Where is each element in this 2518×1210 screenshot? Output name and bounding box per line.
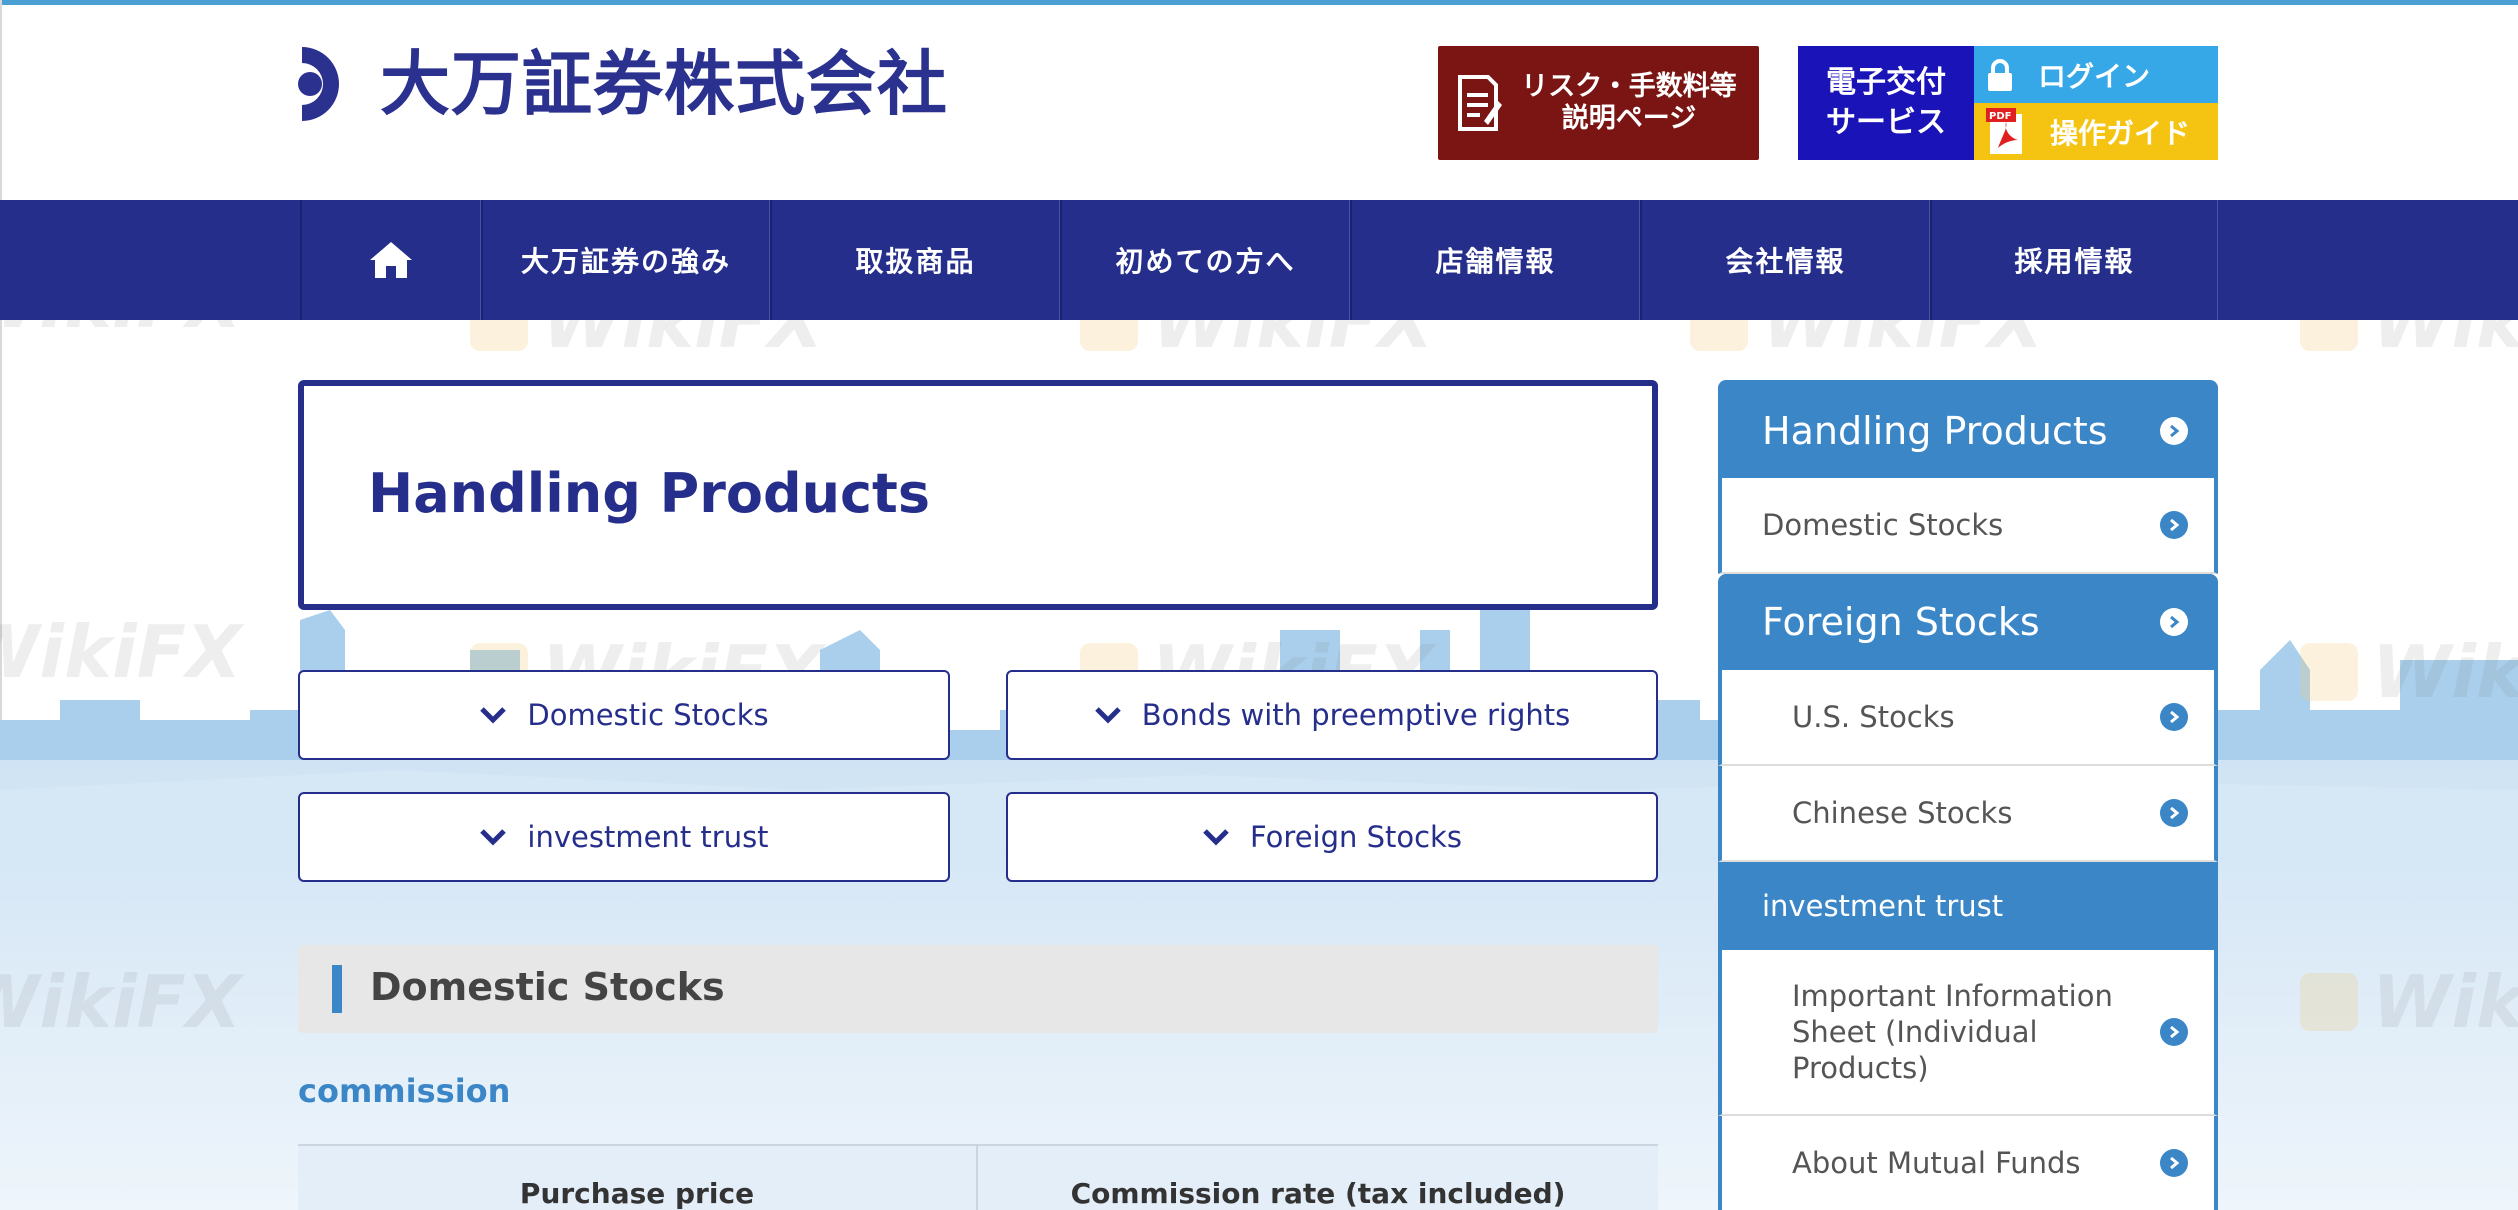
- sidebar-item-label: Chinese Stocks: [1792, 796, 2013, 830]
- top-accent-line: [0, 0, 2518, 5]
- sidebar-menu: Handling Products Domestic Stocks Foreig…: [1718, 380, 2218, 1210]
- operation-guide-button[interactable]: PDF 操作ガイド: [1974, 103, 2218, 160]
- sidebar-item-label: investment trust: [1762, 889, 2004, 923]
- section-heading-bar: [332, 965, 342, 1013]
- section-title: Domestic Stocks: [370, 965, 725, 1009]
- arrow-circle-right-icon: [2160, 703, 2188, 731]
- nav-item-company[interactable]: 会社情報: [1640, 200, 1930, 320]
- document-icon: [1458, 75, 1502, 131]
- site-logo[interactable]: 大万証券株式会社: [296, 44, 948, 124]
- risk-button-line1: リスク・手数料等: [1521, 71, 1737, 102]
- arrow-circle-right-icon: [2160, 511, 2188, 539]
- sidebar-item-about-mutual-funds[interactable]: About Mutual Funds: [1718, 1116, 2218, 1210]
- sidebar-item-foreign-stocks[interactable]: Foreign Stocks: [1718, 574, 2218, 670]
- login-label: ログイン: [2038, 59, 2151, 93]
- sidebar-item-investment-trust[interactable]: investment trust: [1718, 862, 2218, 950]
- guide-label: 操作ガイド: [2050, 116, 2191, 150]
- home-icon: [370, 242, 412, 278]
- table-header-cell: Commission rate (tax included): [1070, 1177, 1566, 1210]
- nav-item-beginners[interactable]: 初めての方へ: [1060, 200, 1350, 320]
- chevron-down-icon: [480, 707, 507, 724]
- anchor-label: Foreign Stocks: [1250, 820, 1462, 854]
- nav-home[interactable]: [300, 200, 481, 320]
- nav-item-strengths[interactable]: 大万証券の強み: [481, 200, 770, 320]
- arrow-circle-right-icon: [2160, 799, 2188, 827]
- anchor-bonds[interactable]: Bonds with preemptive rights: [1006, 670, 1658, 760]
- sidebar-item-domestic-stocks[interactable]: Domestic Stocks: [1718, 478, 2218, 574]
- chevron-down-icon: [1203, 829, 1229, 846]
- anchor-label: Bonds with preemptive rights: [1141, 698, 1571, 732]
- svg-text:PDF: PDF: [1989, 111, 2011, 122]
- nav-item-stores[interactable]: 店舗情報: [1350, 200, 1640, 320]
- arrow-circle-right-icon: [2160, 417, 2188, 445]
- anchor-domestic-stocks[interactable]: Domestic Stocks: [298, 670, 950, 760]
- commission-table-header: Purchase price Commission rate (tax incl…: [298, 1144, 1658, 1210]
- anchor-label: investment trust: [527, 820, 769, 854]
- chevron-down-icon: [480, 829, 507, 846]
- e-delivery-service: 電子交付 サービス ログイン PDF 操作ガイド: [1798, 46, 2218, 160]
- page-title-box: Handling Products: [298, 380, 1658, 610]
- arrow-circle-right-icon: [2160, 608, 2188, 636]
- nav-item-products[interactable]: 取扱商品: [770, 200, 1060, 320]
- e-delivery-line2: サービス: [1826, 105, 1946, 140]
- sidebar-item-important-info-sheet[interactable]: Important Information Sheet (Individual …: [1718, 950, 2218, 1116]
- table-header-cell: Purchase price: [298, 1146, 978, 1210]
- page-title: Handling Products: [368, 462, 931, 525]
- chevron-down-icon: [1095, 707, 1121, 724]
- anchor-investment-trust[interactable]: investment trust: [298, 792, 950, 882]
- nav-item-recruitment[interactable]: 採用情報: [1930, 200, 2218, 320]
- arrow-circle-right-icon: [2160, 1149, 2188, 1177]
- e-delivery-line1: 電子交付: [1826, 65, 1946, 100]
- company-name: 大万証券株式会社: [380, 43, 948, 125]
- sidebar-item-label: Domestic Stocks: [1762, 508, 2004, 542]
- section-heading: Domestic Stocks: [298, 945, 1658, 1033]
- e-delivery-label: 電子交付 サービス: [1798, 46, 1974, 160]
- sidebar-item-chinese-stocks[interactable]: Chinese Stocks: [1718, 766, 2218, 862]
- subsection-title: commission: [298, 1072, 511, 1110]
- main-navigation: 大万証券の強み 取扱商品 初めての方へ 店舗情報 会社情報 採用情報: [0, 200, 2518, 320]
- logo-mark-icon: [298, 47, 339, 121]
- sidebar-item-label: Handling Products: [1762, 409, 2108, 453]
- sidebar-item-handling-products[interactable]: Handling Products: [1718, 380, 2218, 478]
- pdf-icon: PDF: [1986, 107, 2022, 154]
- sidebar-item-label: U.S. Stocks: [1792, 700, 1955, 734]
- login-button[interactable]: ログイン: [1974, 46, 2218, 103]
- arrow-circle-right-icon: [2160, 1018, 2188, 1046]
- sidebar-item-label: Important Information Sheet (Individual …: [1792, 979, 2113, 1085]
- lock-icon: [1988, 58, 2012, 91]
- risk-fee-explanation-button[interactable]: リスク・手数料等 説明ページ: [1438, 46, 1759, 160]
- sidebar-item-us-stocks[interactable]: U.S. Stocks: [1718, 670, 2218, 766]
- anchor-foreign-stocks[interactable]: Foreign Stocks: [1006, 792, 1658, 882]
- sidebar-item-label: About Mutual Funds: [1792, 1146, 2081, 1180]
- risk-button-line2: 説明ページ: [1561, 103, 1697, 134]
- sidebar-item-label: Foreign Stocks: [1762, 600, 2040, 644]
- anchor-label: Domestic Stocks: [527, 698, 769, 732]
